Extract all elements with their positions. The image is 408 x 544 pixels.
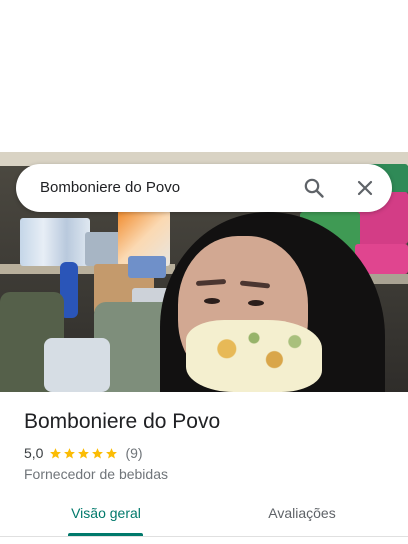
search-bar[interactable]: Bomboniere do Povo xyxy=(16,164,392,212)
place-category[interactable]: Fornecedor de bebidas xyxy=(24,466,168,482)
rating-row[interactable]: 5,0 (9) xyxy=(24,444,143,462)
star-icon xyxy=(92,447,104,458)
rating-value: 5,0 xyxy=(24,445,44,461)
star-icon xyxy=(50,447,62,458)
search-input[interactable]: Bomboniere do Povo xyxy=(40,164,180,212)
star-icon xyxy=(64,447,76,458)
tab-reviews[interactable]: Avaliações xyxy=(266,500,338,536)
top-blank-area xyxy=(0,0,408,152)
tab-overview[interactable]: Visão geral xyxy=(68,500,144,536)
place-title: Bomboniere do Povo xyxy=(24,410,221,433)
star-rating xyxy=(49,447,119,460)
search-icon[interactable] xyxy=(302,176,326,200)
close-icon[interactable] xyxy=(353,176,377,200)
star-icon xyxy=(78,447,90,458)
tabs-divider xyxy=(0,536,408,537)
review-count[interactable]: (9) xyxy=(125,445,142,461)
tab-bar: Visão geral Avaliações xyxy=(0,500,408,536)
star-icon xyxy=(106,447,118,458)
